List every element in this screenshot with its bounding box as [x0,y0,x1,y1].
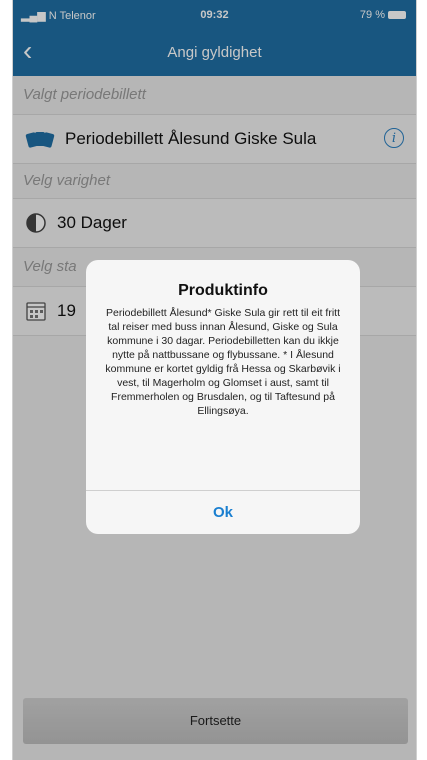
product-info-dialog: Produktinfo Periodebillett Ålesund* Gisk… [86,260,360,534]
phone-screen: ▂▄▆ N Telenor 09:32 79 % ‹ Angi gyldighe… [12,0,417,760]
dialog-title: Produktinfo [178,282,268,299]
dialog-body: Periodebillett Ålesund* Giske Sula gir r… [105,307,341,417]
ok-button[interactable]: Ok [86,491,360,534]
